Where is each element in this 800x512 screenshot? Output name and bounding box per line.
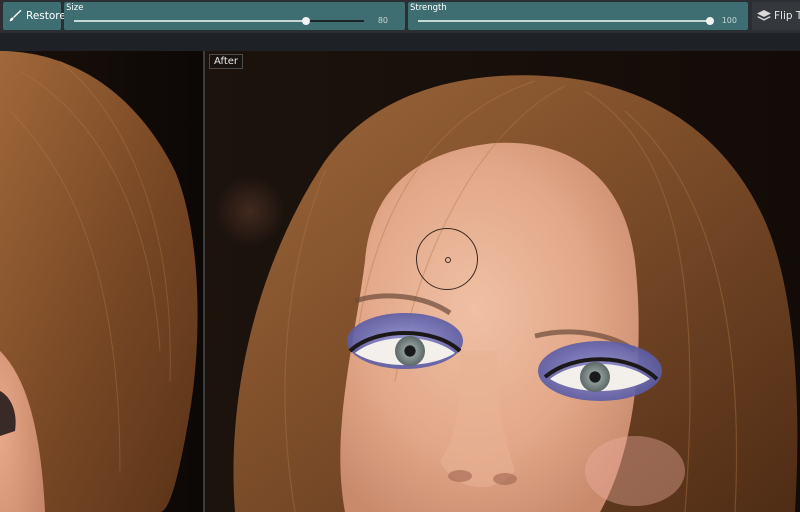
brush-cursor-center [445,257,451,263]
restore-label: Restore [26,10,66,22]
image-viewport[interactable]: After [0,51,800,512]
size-value: 80 [377,16,388,25]
strength-slider-panel: Strength 100 [408,2,748,30]
strength-label: Strength [410,3,447,13]
after-pane[interactable]: After [205,51,800,512]
after-photo [205,51,800,512]
flip-to-label: Flip To [774,10,800,22]
layers-icon [757,10,771,21]
restore-button[interactable]: Restore [3,2,66,30]
before-photo [0,51,203,512]
brush-icon [9,9,22,22]
size-label: Size [66,3,84,13]
toolbar: Restore Size 80 Strength 100 Flip To [0,0,800,33]
flip-to-button[interactable]: Flip To [752,2,800,30]
size-slider-remaining [306,20,364,22]
strength-slider[interactable] [418,17,714,25]
before-pane[interactable] [0,51,203,512]
size-slider-panel: Size 80 [64,2,405,30]
size-slider[interactable] [74,17,364,25]
after-label: After [209,54,244,69]
strength-value: 100 [721,16,737,25]
size-slider-thumb[interactable] [302,17,310,25]
